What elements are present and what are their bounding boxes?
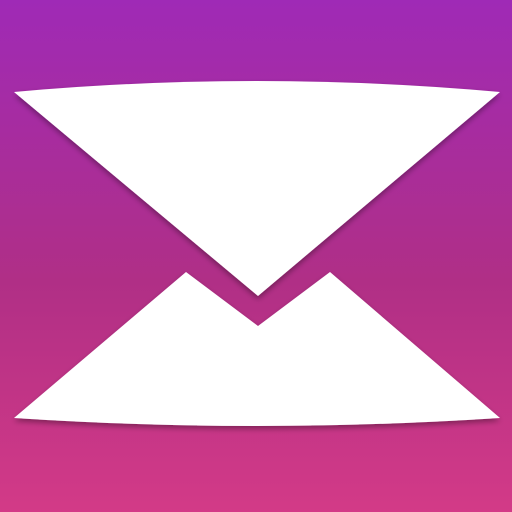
mail-app-icon[interactable]	[0, 0, 512, 512]
mail-envelope-icon	[0, 0, 512, 512]
